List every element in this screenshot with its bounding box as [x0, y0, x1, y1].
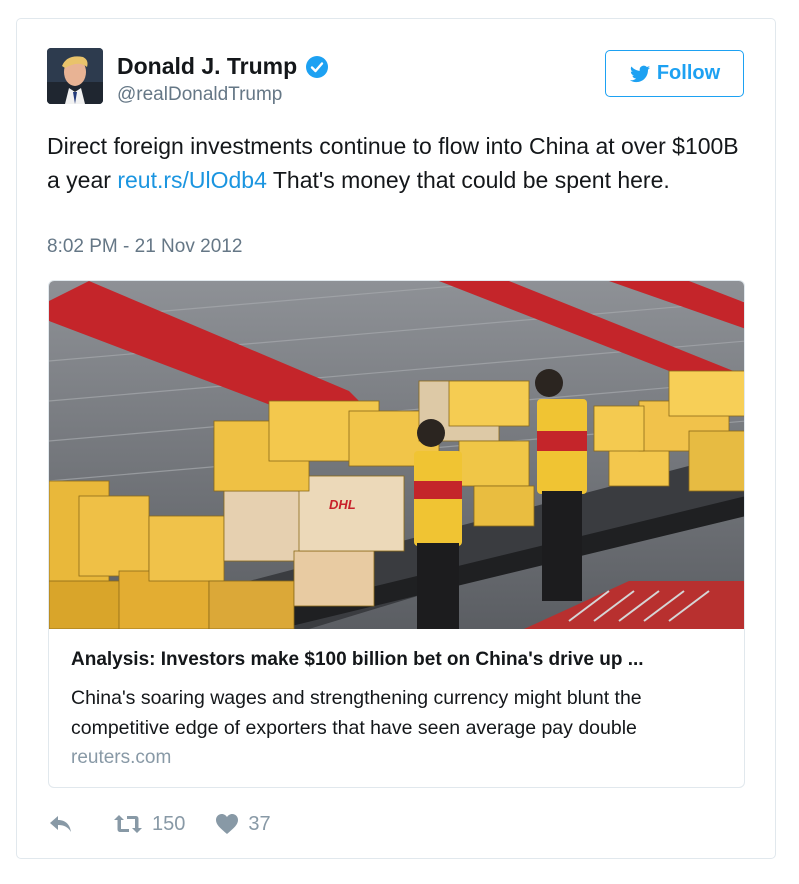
author-handle[interactable]: @realDonaldTrump: [117, 84, 282, 106]
like-count: 37: [248, 812, 271, 835]
twitter-bird-icon: [629, 65, 650, 82]
tweet-text-part: That's money that could be spent here.: [266, 166, 670, 193]
reply-icon: [50, 816, 71, 832]
retweet-icon: [114, 815, 142, 833]
retweet-button[interactable]: 150: [113, 813, 185, 836]
tweet-text: Direct foreign investments continue to f…: [47, 130, 747, 197]
like-button[interactable]: 37: [215, 812, 271, 836]
tweet-timestamp[interactable]: 8:02 PM - 21 Nov 2012: [47, 236, 242, 258]
avatar-image: [47, 48, 103, 104]
tweet-link[interactable]: reut.rs/UlOdb4: [117, 167, 267, 193]
follow-label: Follow: [656, 62, 721, 84]
card-title[interactable]: Analysis: Investors make $100 billion be…: [71, 649, 731, 671]
author-name[interactable]: Donald J. Trump: [117, 53, 329, 80]
link-preview-card[interactable]: DHL Analysis: Investors make $100 billio…: [48, 280, 745, 788]
card-description: China's soaring wages and strengthening …: [71, 687, 642, 739]
retweet-count: 150: [152, 812, 186, 835]
avatar[interactable]: [47, 48, 103, 104]
verified-badge-icon: [306, 55, 329, 78]
worker-right: [535, 369, 587, 601]
card-domain: reuters.com: [71, 747, 172, 768]
card-image: DHL: [49, 281, 744, 629]
tweet-actions: 150 37: [48, 810, 301, 838]
follow-button[interactable]: Follow: [605, 50, 744, 97]
box-label: DHL: [329, 497, 356, 512]
heart-icon: [216, 814, 239, 834]
reply-button[interactable]: [48, 812, 83, 836]
author-name-text[interactable]: Donald J. Trump: [117, 53, 297, 80]
